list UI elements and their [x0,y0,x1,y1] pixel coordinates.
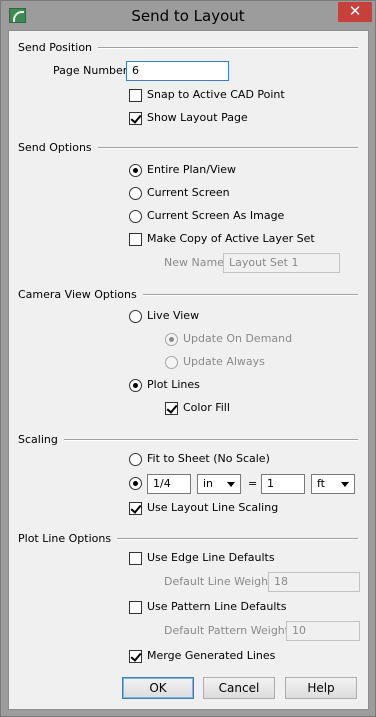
page-number-input[interactable]: 6 [126,61,229,81]
chevron-down-icon [341,482,349,487]
edge-line-defaults-label[interactable]: Use Edge Line Defaults [147,550,275,566]
dialog-body: Send Position Page Number: 6 Snap to Act… [8,30,369,710]
make-copy-layer-set-checkbox[interactable] [129,233,142,246]
send-position-heading: Send Position [18,41,99,55]
snap-to-cad-point-checkbox[interactable] [129,89,142,102]
default-line-weight-label: Default Line Weight: [164,575,277,588]
layout-line-scaling-checkbox[interactable] [129,502,142,515]
entire-plan-radio[interactable] [129,164,142,177]
scale-right-unit-value: ft [317,477,325,490]
live-view-radio[interactable] [129,310,142,323]
scaling-divider [18,439,358,441]
update-on-demand-radio[interactable] [165,333,178,346]
snap-to-cad-point-label[interactable]: Snap to Active CAD Point [147,87,285,103]
scale-left-unit-value: in [203,477,214,490]
scale-left-unit-select[interactable]: in [197,474,241,494]
show-layout-page-checkbox[interactable] [129,112,142,125]
chevron-down-icon [227,482,235,487]
pattern-line-defaults-checkbox[interactable] [129,601,142,614]
scaling-heading: Scaling [18,433,64,447]
close-icon: ✕ [348,2,362,20]
fit-to-sheet-label[interactable]: Fit to Sheet (No Scale) [147,451,270,467]
title-bar[interactable]: Send to Layout ✕ [1,1,375,30]
cancel-button[interactable]: Cancel [203,677,275,699]
update-always-label[interactable]: Update Always [183,354,265,370]
ok-button[interactable]: OK [122,677,194,699]
dialog-window: Send to Layout ✕ Send Position Page Numb… [0,0,376,717]
make-copy-layer-set-label[interactable]: Make Copy of Active Layer Set [147,231,315,247]
update-always-radio[interactable] [165,356,178,369]
scale-right-value-input[interactable]: 1 [261,474,305,494]
color-fill-checkbox[interactable] [165,402,178,415]
default-pattern-weight-label: Default Pattern Weight: [164,624,293,637]
layout-line-scaling-label[interactable]: Use Layout Line Scaling [147,500,278,516]
plot-lines-label[interactable]: Plot Lines [147,377,200,393]
merge-generated-lines-checkbox[interactable] [129,650,142,663]
color-fill-label[interactable]: Color Fill [183,400,230,416]
custom-scale-radio[interactable] [129,477,142,490]
window-title: Send to Layout [131,7,245,25]
camera-view-heading: Camera View Options [18,288,143,302]
new-name-input[interactable]: Layout Set 1 [223,253,340,273]
plot-lines-radio[interactable] [129,379,142,392]
scale-left-value-input[interactable]: 1/4 [147,474,191,494]
merge-generated-lines-label[interactable]: Merge Generated Lines [147,648,275,664]
current-screen-image-radio[interactable] [129,210,142,223]
new-name-label: New Name: [164,256,228,269]
scale-right-unit-select[interactable]: ft [311,474,355,494]
live-view-label[interactable]: Live View [147,308,199,324]
current-screen-radio[interactable] [129,187,142,200]
edge-line-defaults-checkbox[interactable] [129,552,142,565]
default-line-weight-input[interactable]: 18 [268,572,360,592]
equals-sign: = [248,477,258,490]
show-layout-page-label[interactable]: Show Layout Page [147,110,248,126]
plot-line-options-heading: Plot Line Options [18,532,118,546]
close-button[interactable]: ✕ [338,2,372,22]
pattern-line-defaults-label[interactable]: Use Pattern Line Defaults [147,599,286,615]
help-button[interactable]: Help [285,677,357,699]
send-options-heading: Send Options [18,141,98,155]
current-screen-label[interactable]: Current Screen [147,185,230,201]
current-screen-image-label[interactable]: Current Screen As Image [147,208,284,224]
default-pattern-weight-input[interactable]: 10 [286,621,360,641]
fit-to-sheet-radio[interactable] [129,453,142,466]
update-on-demand-label[interactable]: Update On Demand [183,331,292,347]
page-number-label: Page Number: [53,64,131,77]
entire-plan-label[interactable]: Entire Plan/View [147,162,236,178]
